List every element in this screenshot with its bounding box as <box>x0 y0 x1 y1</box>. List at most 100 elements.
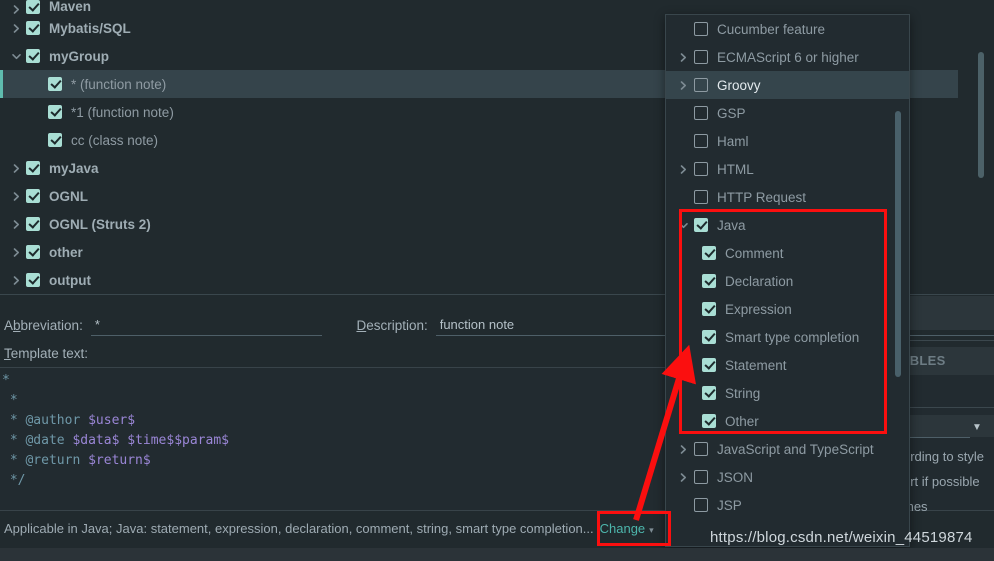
context-list-item[interactable]: JSON <box>666 463 909 491</box>
chevron-right-icon[interactable] <box>6 219 26 229</box>
description-label: Description: <box>356 317 428 333</box>
context-list-item-label: Java <box>717 217 746 233</box>
variable-token: $return$ <box>88 453 151 468</box>
context-list-item[interactable]: Other <box>666 407 909 435</box>
context-list-item[interactable]: Cucumber feature <box>666 15 909 43</box>
chevron-right-icon[interactable] <box>6 191 26 201</box>
option-label-1: ording to style <box>903 449 984 464</box>
tree-row-label: *1 (function note) <box>71 104 174 120</box>
context-list-item-label: String <box>725 385 761 401</box>
checkbox-checked[interactable] <box>702 358 716 372</box>
popup-scrollbar-thumb[interactable] <box>895 111 901 377</box>
chevron-right-icon[interactable] <box>6 275 26 285</box>
template-text-label: Template text: <box>4 346 89 361</box>
chevron-right-icon[interactable] <box>6 247 26 257</box>
context-list-item[interactable]: Smart type completion <box>666 323 909 351</box>
context-list-item-label: ECMAScript 6 or higher <box>717 49 859 65</box>
context-list-item-label: GSP <box>717 105 746 121</box>
context-list-item[interactable]: Expression <box>666 295 909 323</box>
checkbox-checked[interactable] <box>26 273 40 287</box>
chevron-right-icon[interactable] <box>672 444 694 454</box>
context-status-text: Applicable in Java; Java: statement, exp… <box>4 520 594 536</box>
context-list-item[interactable]: Declaration <box>666 267 909 295</box>
checkbox-checked[interactable] <box>26 161 40 175</box>
checkbox-checked[interactable] <box>702 386 716 400</box>
tree-row-label: OGNL (Struts 2) <box>49 216 151 232</box>
variable-token: $data$ $time$$param$ <box>72 433 229 448</box>
change-context-button[interactable]: Change ▾ <box>600 521 654 536</box>
checkbox-unchecked[interactable] <box>694 106 708 120</box>
context-list-item[interactable]: ECMAScript 6 or higher <box>666 43 909 71</box>
context-list-item[interactable]: JavaScript and TypeScript <box>666 435 909 463</box>
tree-row-label: myJava <box>49 160 99 176</box>
context-list-item-label: JavaScript and TypeScript <box>717 441 874 457</box>
checkbox-unchecked[interactable] <box>694 134 708 148</box>
side-panel-block-top <box>909 296 994 330</box>
context-list-item-label: Statement <box>725 357 787 373</box>
checkbox-checked[interactable] <box>702 414 716 428</box>
context-list-item[interactable]: Groovy <box>666 71 909 99</box>
checkbox-unchecked[interactable] <box>694 50 708 64</box>
abbreviation-input[interactable] <box>90 314 323 336</box>
checkbox-unchecked[interactable] <box>694 190 708 204</box>
checkbox-checked[interactable] <box>26 245 40 259</box>
context-list-item[interactable]: GSP <box>666 99 909 127</box>
chevron-down-icon[interactable] <box>6 52 26 61</box>
tree-row-label: OGNL <box>49 188 88 204</box>
checkbox-checked[interactable] <box>702 302 716 316</box>
checkbox-unchecked[interactable] <box>694 78 708 92</box>
checkbox-checked[interactable] <box>48 133 62 147</box>
context-list-item-label: HTML <box>717 161 754 177</box>
context-list-item-label: Declaration <box>725 273 794 289</box>
checkbox-unchecked[interactable] <box>694 22 708 36</box>
tree-row-label: * (function note) <box>71 76 167 92</box>
comment-token: * @date <box>2 433 73 448</box>
checkbox-checked[interactable] <box>26 49 40 63</box>
context-list-item[interactable]: Comment <box>666 239 909 267</box>
side-panel-separator-1 <box>896 340 994 341</box>
checkbox-checked[interactable] <box>26 0 40 14</box>
checkbox-checked[interactable] <box>26 189 40 203</box>
checkbox-unchecked[interactable] <box>694 162 708 176</box>
context-list-item-label: Cucumber feature <box>717 21 826 37</box>
chevron-right-icon[interactable] <box>672 472 694 482</box>
tree-row-label: output <box>49 272 91 288</box>
context-list-item[interactable]: JSP <box>666 491 909 519</box>
context-list-item[interactable]: Java <box>666 211 909 239</box>
comment-token: * <box>2 393 18 408</box>
checkbox-checked[interactable] <box>702 246 716 260</box>
chevron-down-icon[interactable] <box>672 221 694 230</box>
context-list[interactable]: Cucumber feature ECMAScript 6 or higher Gr… <box>666 15 909 519</box>
context-list-item[interactable]: Haml <box>666 127 909 155</box>
context-list-item[interactable]: Statement <box>666 351 909 379</box>
context-list-item-label: Groovy <box>717 77 761 93</box>
checkbox-checked[interactable] <box>702 274 716 288</box>
checkbox-checked[interactable] <box>48 105 62 119</box>
chevron-right-icon[interactable] <box>672 52 694 62</box>
checkbox-unchecked[interactable] <box>694 498 708 512</box>
checkbox-checked[interactable] <box>48 77 62 91</box>
checkbox-checked[interactable] <box>694 218 708 232</box>
chevron-right-icon[interactable] <box>672 80 694 90</box>
context-selection-popup[interactable]: Cucumber feature ECMAScript 6 or higher Gr… <box>665 14 910 547</box>
checkbox-checked[interactable] <box>26 217 40 231</box>
checkbox-checked[interactable] <box>702 330 716 344</box>
context-list-item-label: JSP <box>717 497 742 513</box>
live-templates-screen: Maven Mybatis/SQL myGroup * (function note)… <box>0 0 994 561</box>
context-list-item[interactable]: String <box>666 379 909 407</box>
combobox-caret-icon: ▼ <box>972 422 982 433</box>
chevron-right-icon[interactable] <box>6 23 26 33</box>
chevron-right-icon[interactable] <box>6 5 26 14</box>
checkbox-unchecked[interactable] <box>694 442 708 456</box>
variable-token: $user$ <box>88 413 136 428</box>
chevron-right-icon[interactable] <box>672 164 694 174</box>
context-list-item[interactable]: HTTP Request <box>666 183 909 211</box>
context-list-item[interactable]: HTML <box>666 155 909 183</box>
abbreviation-label: Abbreviation: <box>4 317 83 333</box>
tree-row-label: Maven <box>49 0 92 14</box>
tree-row-label: other <box>49 244 83 260</box>
checkbox-checked[interactable] <box>26 21 40 35</box>
chevron-right-icon[interactable] <box>6 163 26 173</box>
checkbox-unchecked[interactable] <box>694 470 708 484</box>
context-list-item-label: Other <box>725 413 759 429</box>
